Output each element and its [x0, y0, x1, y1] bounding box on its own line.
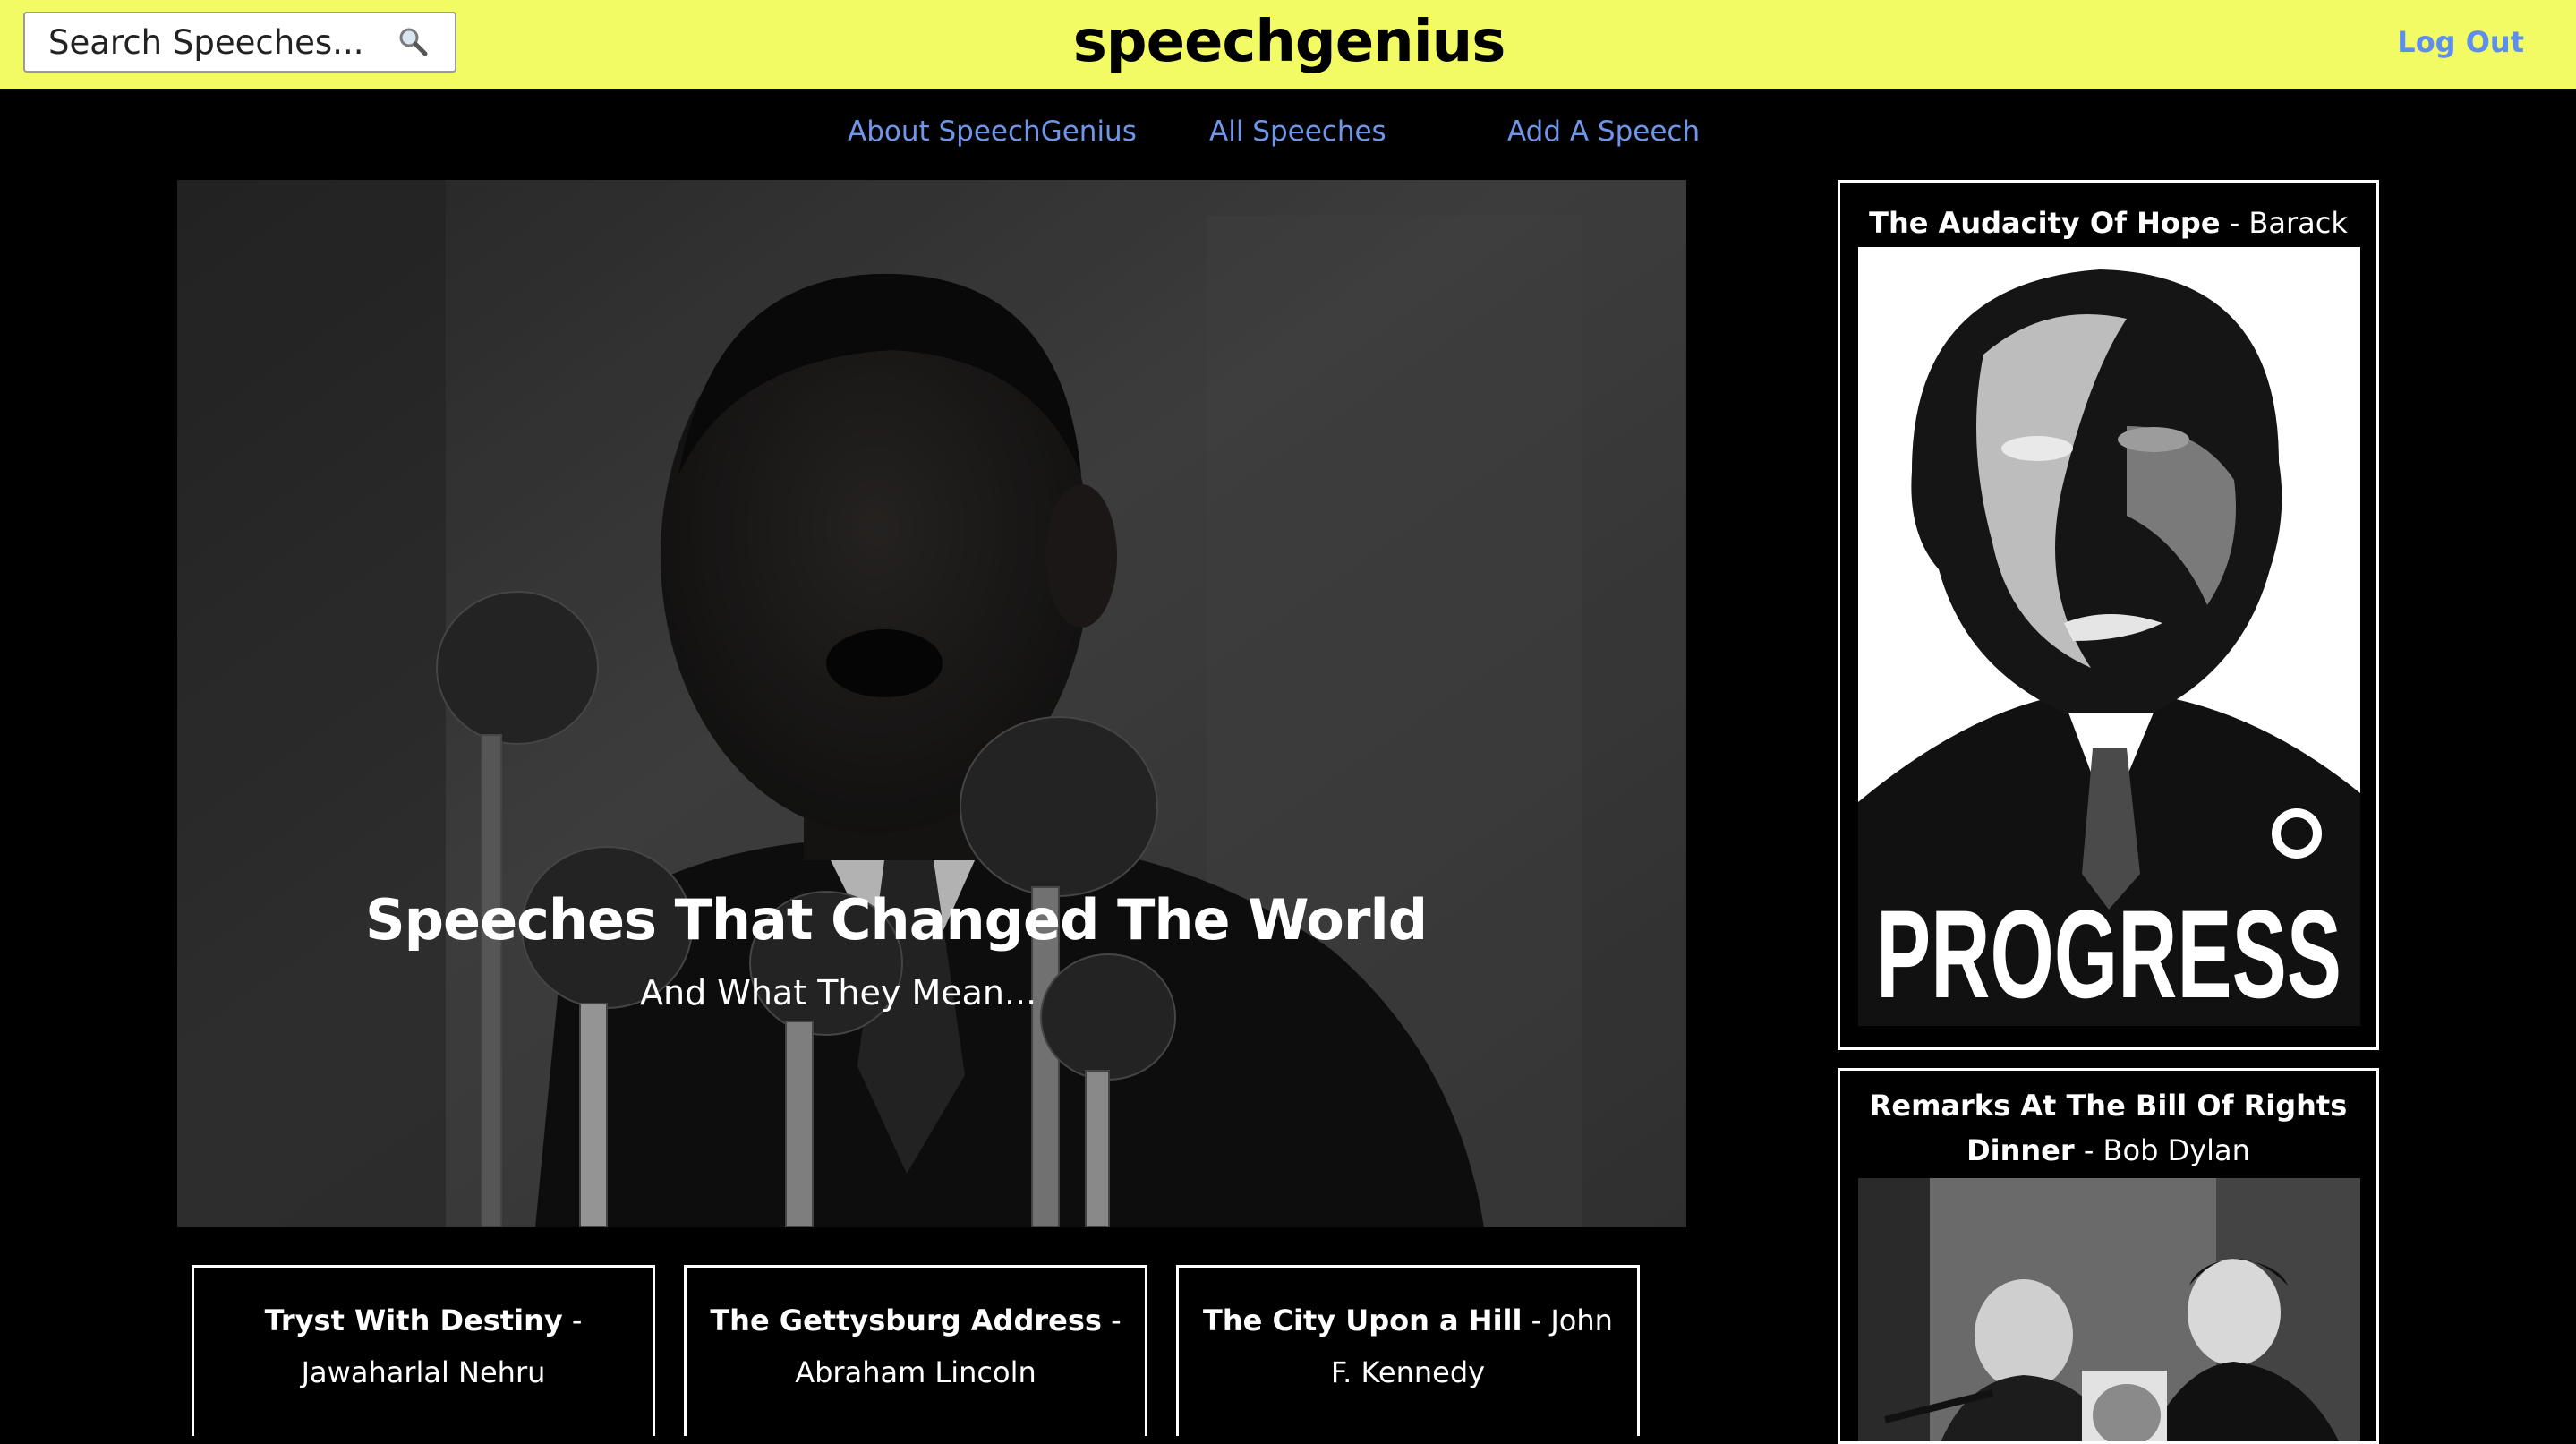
dylan-photo-image[interactable]: [1858, 1178, 2360, 1444]
brand-logo[interactable]: speechgenius: [1029, 2, 1548, 82]
hero-banner: Speeches That Changed The World And What…: [177, 180, 1686, 1227]
featured-title[interactable]: The Audacity Of Hope: [1869, 206, 2220, 240]
featured-speech-card[interactable]: The Audacity Of Hope - Barack Obama PROG…: [1838, 180, 2379, 1050]
title-separator: -: [562, 1303, 583, 1337]
search-box[interactable]: [23, 12, 456, 73]
nav-about-link[interactable]: About SpeechGenius: [848, 111, 1137, 152]
speech-card[interactable]: The Gettysburg Address - Abraham Lincoln: [684, 1265, 1147, 1436]
poster-text: PROGRESS: [1876, 884, 2341, 1024]
speech-card[interactable]: Tryst With Destiny - Jawaharlal Nehru: [192, 1265, 655, 1436]
speech-title[interactable]: The City Upon a Hill: [1203, 1303, 1522, 1337]
hero-photo: [177, 180, 1686, 1227]
speech-title[interactable]: The Gettysburg Address: [710, 1303, 1102, 1337]
progress-poster-image[interactable]: PROGRESS: [1858, 247, 2360, 1026]
logout-link[interactable]: Log Out: [2345, 20, 2524, 64]
nav-all-speeches-link[interactable]: All Speeches: [1209, 111, 1386, 152]
speech-title[interactable]: Tryst With Destiny: [265, 1303, 563, 1337]
nav-add-speech-link[interactable]: Add A Speech: [1507, 111, 1700, 152]
featured-speaker: Bob Dylan: [2103, 1133, 2250, 1167]
title-separator: -: [1101, 1303, 1122, 1337]
top-bar: speechgenius Log Out: [0, 0, 2576, 89]
hero-subtitle: And What They Mean...: [640, 973, 1037, 1013]
magnifier-icon[interactable]: [397, 26, 428, 56]
speech-speaker: Jawaharlal Nehru: [301, 1355, 546, 1389]
hero-title: Speeches That Changed The World: [365, 887, 1428, 953]
speech-card[interactable]: The City Upon a Hill - John F. Kennedy: [1176, 1265, 1640, 1436]
title-separator: -: [2220, 206, 2249, 240]
search-input[interactable]: [25, 15, 383, 69]
speech-speaker: Abraham Lincoln: [795, 1355, 1036, 1389]
featured-speech-card[interactable]: Remarks At The Bill Of Rights Dinner - B…: [1838, 1068, 2379, 1444]
title-separator: -: [2074, 1133, 2103, 1167]
title-separator: -: [1522, 1303, 1551, 1337]
